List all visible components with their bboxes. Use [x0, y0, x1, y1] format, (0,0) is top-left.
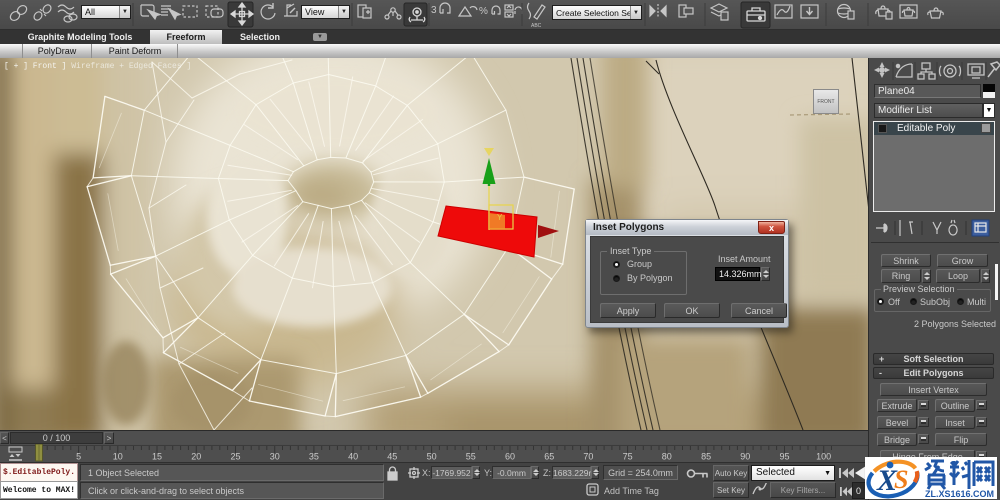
svg-text:95: 95	[779, 452, 789, 462]
svg-text:45: 45	[387, 452, 397, 462]
svg-text:S: S	[894, 465, 908, 494]
svg-text:55: 55	[466, 452, 476, 462]
svg-text:85: 85	[701, 452, 711, 462]
svg-text:90: 90	[740, 452, 750, 462]
svg-text:Y: Y	[497, 213, 503, 222]
svg-text:25: 25	[230, 452, 240, 462]
svg-text:75: 75	[623, 452, 633, 462]
svg-text:10: 10	[113, 452, 123, 462]
svg-text:80: 80	[662, 452, 672, 462]
svg-text:50: 50	[427, 452, 437, 462]
svg-text:%: %	[479, 6, 488, 17]
svg-text:15: 15	[152, 452, 162, 462]
svg-text:ABC: ABC	[531, 23, 542, 29]
svg-text:30: 30	[270, 452, 280, 462]
svg-text:ZL.XS1616.COM: ZL.XS1616.COM	[925, 489, 994, 499]
svg-text:65: 65	[544, 452, 554, 462]
svg-text:40: 40	[348, 452, 358, 462]
svg-text:70: 70	[583, 452, 593, 462]
svg-text:20: 20	[191, 452, 201, 462]
svg-text:35: 35	[309, 452, 319, 462]
svg-text:5: 5	[76, 452, 81, 462]
svg-text:60: 60	[505, 452, 515, 462]
svg-text:3: 3	[431, 5, 437, 16]
svg-text:100: 100	[816, 452, 831, 462]
